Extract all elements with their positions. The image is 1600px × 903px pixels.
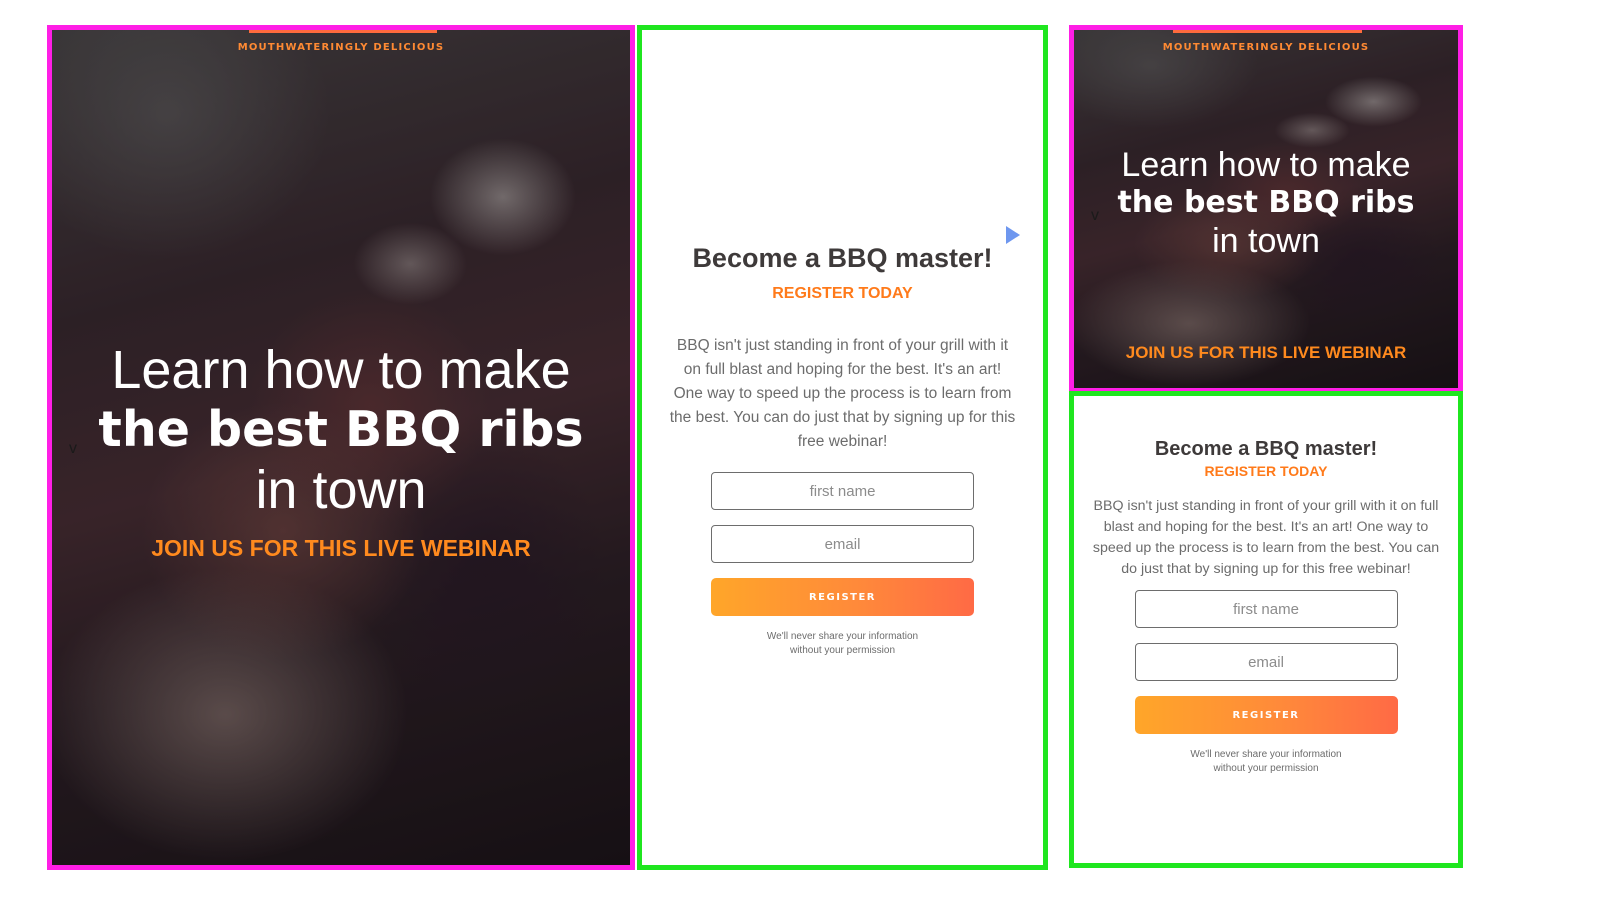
register-button[interactable]: REGISTER bbox=[711, 578, 974, 616]
hero-headline: Learn how to make the best BBQ ribs in t… bbox=[52, 340, 630, 520]
form-description: BBQ isn't just standing in front of your… bbox=[669, 337, 1016, 450]
form-description: BBQ isn't just standing in front of your… bbox=[1092, 498, 1440, 577]
eyebrow-label: MOUTHWATERINGLY DELICIOUS bbox=[1162, 42, 1370, 53]
email-input[interactable] bbox=[1134, 643, 1398, 681]
registration-form: Become a BBQ master! REGISTER TODAY BBQ … bbox=[642, 240, 1043, 658]
form-title: Become a BBQ master! bbox=[692, 243, 993, 273]
accent-top-bar bbox=[249, 30, 437, 33]
form-subtitle: REGISTER TODAY bbox=[772, 285, 913, 302]
privacy-note-line-2: without your permission bbox=[789, 645, 896, 656]
headline-line-2: the best BBQ ribs bbox=[98, 401, 584, 458]
headline-line-3: in town bbox=[255, 460, 427, 520]
register-button[interactable]: REGISTER bbox=[1134, 696, 1398, 734]
webinar-cta-text: JOIN US FOR THIS LIVE WEBINAR bbox=[151, 535, 531, 561]
canvas: MOUTHWATERINGLY DELICIOUS v Learn how to… bbox=[0, 0, 1600, 903]
first-name-input[interactable] bbox=[711, 472, 974, 510]
privacy-note-line-2: without your permission bbox=[1213, 763, 1319, 774]
pointer-cursor-icon bbox=[1006, 226, 1020, 244]
headline-line-2: the best BBQ ribs bbox=[1117, 185, 1415, 220]
headline-line-1: Learn how to make bbox=[111, 340, 571, 400]
form-subtitle: REGISTER TODAY bbox=[1204, 463, 1328, 479]
privacy-note-line-1: We'll never share your information bbox=[1190, 749, 1342, 760]
accent-top-bar bbox=[1173, 30, 1362, 33]
webinar-cta-text: JOIN US FOR THIS LIVE WEBINAR bbox=[1125, 343, 1407, 362]
form-title: Become a BBQ master! bbox=[1154, 438, 1378, 460]
eyebrow-label: MOUTHWATERINGLY DELICIOUS bbox=[237, 42, 445, 53]
privacy-note-line-1: We'll never share your information bbox=[766, 631, 919, 642]
hero-headline: Learn how to make the best BBQ ribs in t… bbox=[1074, 146, 1458, 260]
desktop-form-panel: Become a BBQ master! REGISTER TODAY BBQ … bbox=[637, 25, 1048, 870]
mobile-form-panel: Become a BBQ master! REGISTER TODAY BBQ … bbox=[1069, 391, 1463, 868]
email-input[interactable] bbox=[711, 525, 974, 563]
headline-line-3: in town bbox=[1212, 222, 1320, 260]
first-name-input[interactable] bbox=[1134, 590, 1398, 628]
headline-line-1: Learn how to make bbox=[1121, 146, 1411, 184]
registration-form: Become a BBQ master! REGISTER TODAY BBQ … bbox=[1074, 436, 1458, 776]
desktop-hero-panel: MOUTHWATERINGLY DELICIOUS v Learn how to… bbox=[47, 25, 635, 870]
privacy-note: We'll never share your information witho… bbox=[642, 630, 1043, 658]
privacy-note: We'll never share your information witho… bbox=[1074, 748, 1458, 776]
mobile-hero-panel: MOUTHWATERINGLY DELICIOUS v Learn how to… bbox=[1069, 25, 1463, 393]
